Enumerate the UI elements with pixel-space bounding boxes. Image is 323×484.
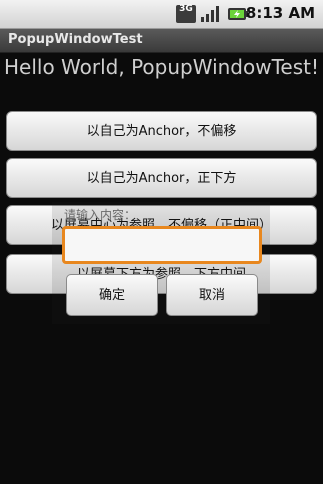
anchor-no-offset-button[interactable]: 以自己为Anchor，不偏移: [6, 111, 317, 151]
cancel-button[interactable]: 取消: [166, 274, 258, 316]
confirm-button[interactable]: 确定: [66, 274, 158, 316]
anchor-below-button[interactable]: 以自己为Anchor，正下方: [6, 158, 317, 198]
network-3g-icon: 3G: [176, 5, 196, 23]
signal-bars-icon: [201, 6, 219, 22]
popup-prompt-label: 请输入内容：: [64, 208, 137, 222]
status-time: 8:13 AM: [245, 4, 315, 22]
app-title: PopupWindowTest: [8, 32, 143, 47]
status-bar: 3G 8:13 AM: [0, 0, 323, 29]
popup-text-input[interactable]: [62, 226, 262, 264]
app-title-bar: PopupWindowTest: [0, 29, 323, 53]
hello-text: Hello World, PopupWindowTest!: [4, 55, 319, 79]
popup-window: 请输入内容： 确定 取消: [52, 202, 270, 324]
